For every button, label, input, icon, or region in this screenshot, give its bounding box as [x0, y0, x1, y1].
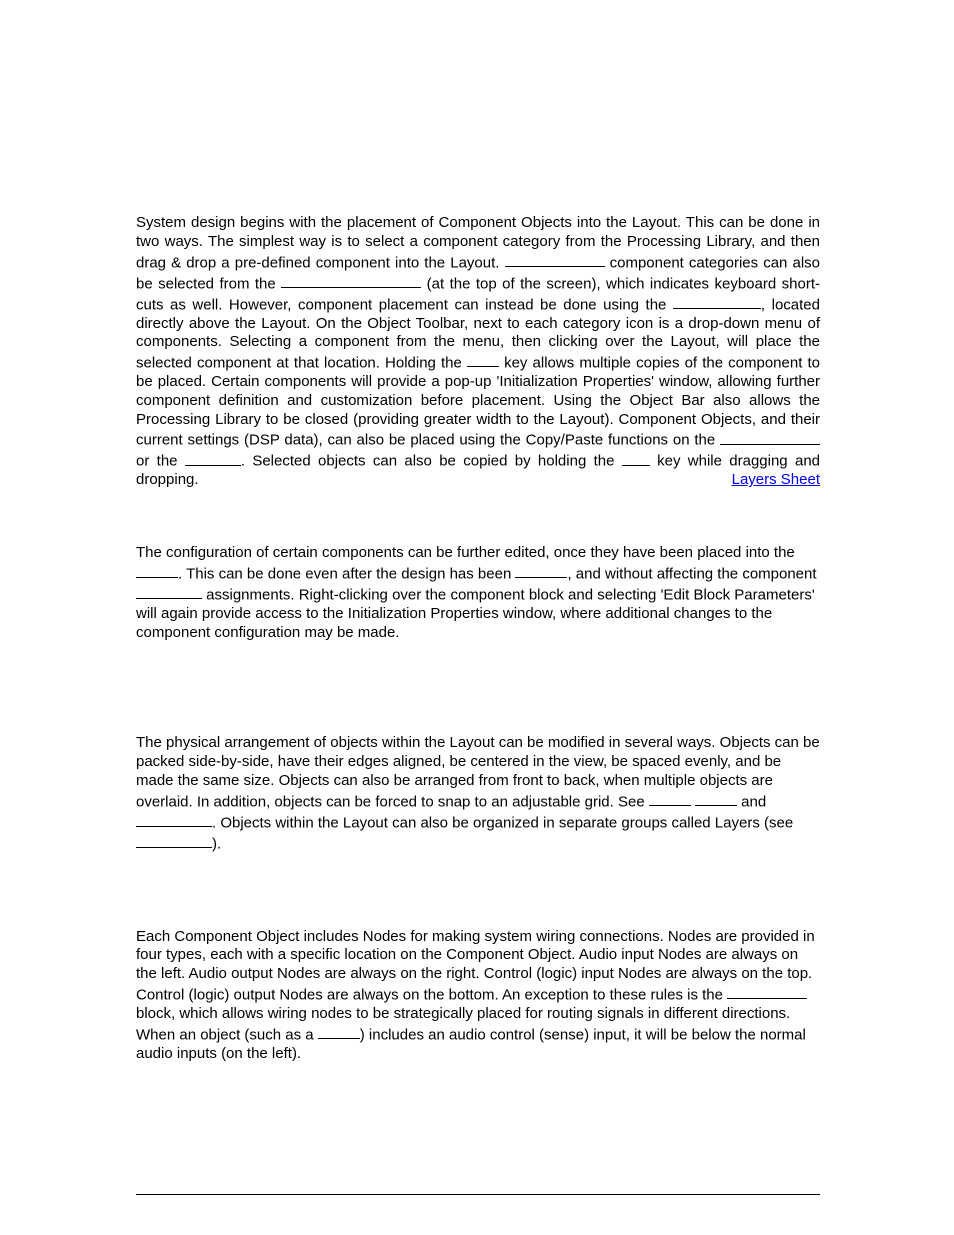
- text: . Objects within the Layout can also be …: [212, 814, 793, 831]
- blank-fill: [695, 791, 737, 806]
- text: Each Component Object includes Nodes for…: [136, 928, 815, 1004]
- text: or the: [136, 453, 185, 470]
- blank-fill: [136, 812, 212, 827]
- text: and: [737, 793, 766, 810]
- spacer: [136, 642, 820, 734]
- blank-fill: [727, 984, 807, 999]
- blank-fill: [467, 352, 499, 367]
- blank-fill: [622, 450, 650, 465]
- text: . This can be done even after the design…: [178, 565, 515, 582]
- blank-fill: [136, 584, 202, 599]
- text: , and without affecting the component: [567, 565, 816, 582]
- blank-fill: [673, 294, 761, 309]
- blank-fill: [136, 833, 212, 848]
- paragraph-4: Each Component Object includes Nodes for…: [136, 928, 820, 1064]
- layers-sheet-link[interactable]: Layers Sheet: [732, 471, 820, 488]
- blank-fill: [505, 252, 605, 267]
- blank-fill: [185, 450, 241, 465]
- paragraph-2: The configuration of certain components …: [136, 544, 820, 642]
- spacer: [136, 854, 820, 928]
- blank-fill: [281, 273, 421, 288]
- paragraph-3: The physical arrangement of objects with…: [136, 734, 820, 853]
- spacer: [136, 490, 820, 544]
- text: assignments. Right-clicking over the com…: [136, 586, 815, 641]
- text: The configuration of certain components …: [136, 544, 795, 561]
- footer-rule: [136, 1194, 820, 1195]
- text: ).: [212, 835, 221, 852]
- paragraph-1: System design begins with the placement …: [136, 214, 820, 490]
- blank-fill: [136, 563, 178, 578]
- blank-fill: [720, 429, 820, 444]
- page-content: System design begins with the placement …: [136, 0, 820, 1063]
- blank-fill: [649, 791, 691, 806]
- blank-fill: [515, 563, 567, 578]
- blank-fill: [318, 1024, 360, 1039]
- text: . Selected objects can also be copied by…: [241, 453, 622, 470]
